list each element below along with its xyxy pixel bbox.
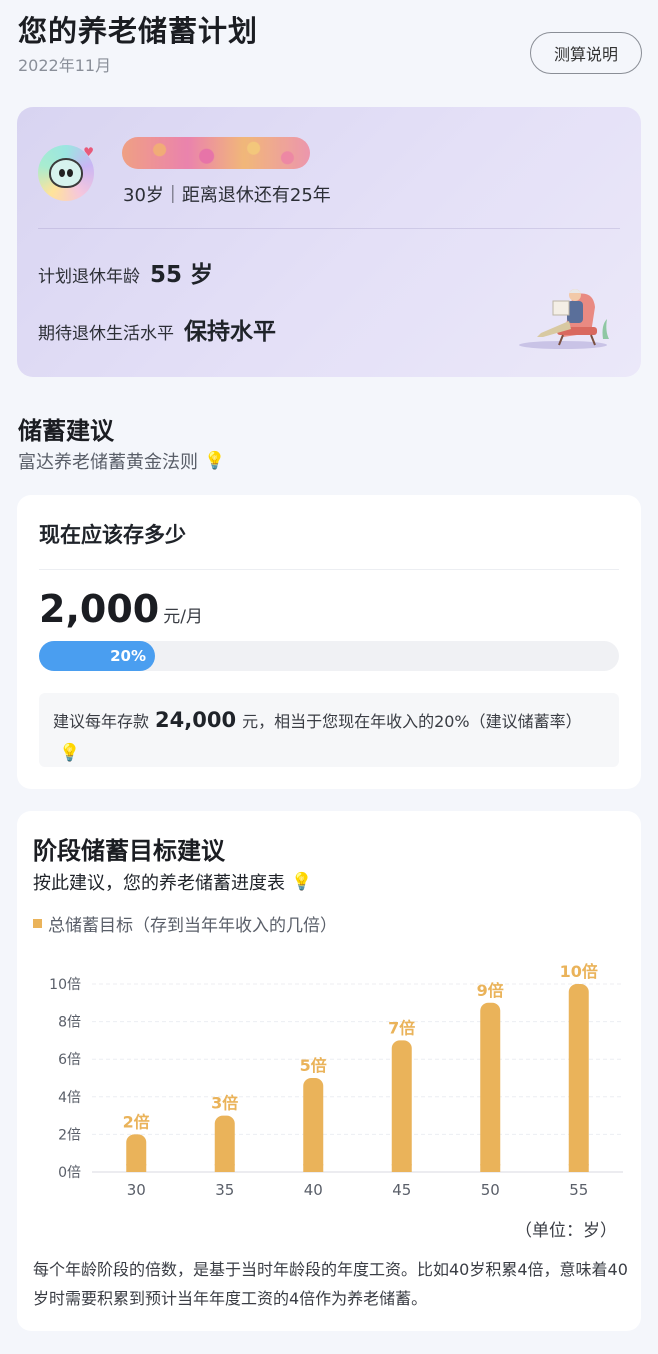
lightbulb-icon[interactable]: 💡 (59, 738, 80, 769)
chart-bar-base (126, 1164, 147, 1172)
legend-label: 总储蓄目标（存到当年年收入的几倍） (48, 916, 337, 936)
x-tick-label: 35 (215, 1181, 234, 1199)
chart-bar-base (303, 1164, 324, 1172)
life-level-label: 期待退休生活水平 (38, 324, 174, 344)
chart-bar-base (214, 1164, 235, 1172)
stage-card-subtitle: 按此建议，您的养老储蓄进度表 💡 (33, 869, 312, 895)
y-tick-label: 2倍 (58, 1127, 81, 1143)
y-tick-label: 8倍 (58, 1015, 81, 1031)
bar-value-label: 9倍 (477, 981, 504, 1000)
chart-bar (391, 1040, 412, 1172)
redacted-user-name (122, 137, 310, 169)
retire-age-label: 计划退休年龄 (38, 267, 140, 287)
card-divider (38, 228, 620, 229)
lightbulb-icon[interactable]: 💡 (291, 872, 312, 892)
chart-footnote: 每个年龄阶段的倍数，是基于当时年龄段的年度工资。比如40岁积累4倍，意味着40岁… (33, 1260, 628, 1308)
calculation-explanation-button[interactable]: 测算说明 (530, 32, 642, 74)
age-and-years-to-retire: 30岁｜距离退休还有25年 (123, 185, 331, 206)
chart-bar-base (480, 1164, 501, 1172)
y-tick-label: 4倍 (58, 1090, 81, 1106)
page-header: 您的养老储蓄计划 2022年11月 测算说明 (18, 8, 642, 78)
chart-legend: 总储蓄目标（存到当年年收入的几倍） (33, 911, 337, 936)
x-tick-label: 40 (304, 1181, 323, 1199)
progress-label: 20% (110, 647, 146, 665)
chart-bar (568, 984, 589, 1172)
stage-card-title: 阶段储蓄目标建议 (33, 837, 225, 865)
stage-subtitle-text: 按此建议，您的养老储蓄进度表 (33, 873, 285, 894)
bar-value-label: 2倍 (123, 1112, 150, 1131)
chart-bar (214, 1115, 235, 1172)
avatar-face-icon (49, 158, 83, 188)
avatar: ♥ (38, 145, 94, 201)
x-tick-label: 45 (392, 1181, 411, 1199)
save-card-title: 现在应该存多少 (39, 523, 186, 547)
bar-value-label: 10倍 (560, 962, 598, 981)
y-tick-label: 0倍 (58, 1165, 81, 1181)
y-tick-label: 10倍 (49, 977, 81, 993)
retiree-reading-illustration (519, 289, 609, 349)
advice-box: 建议每年存款 24,000 元，相当于您现在年收入的20%（建议储蓄率） 💡 (39, 693, 619, 767)
advice-prefix: 建议每年存款 (53, 712, 150, 731)
monthly-amount-unit: 元/月 (163, 607, 203, 627)
savings-advice-title: 储蓄建议 (18, 417, 114, 445)
lightbulb-icon[interactable]: 💡 (204, 451, 225, 471)
chart-bar (303, 1078, 324, 1172)
legend-swatch (33, 919, 42, 928)
chart-bar-base (568, 1164, 589, 1172)
life-level-value: 保持水平 (184, 319, 276, 345)
profile-card: ♥ 30岁｜距离退休还有25年 计划退休年龄 55 岁 期待退休生活水平 保持水… (17, 107, 641, 377)
advice-amount: 24,000 (155, 708, 237, 732)
life-level-row: 期待退休生活水平 保持水平 (38, 312, 276, 346)
advice-suffix: 元，相当于您现在年收入的20%（建议储蓄率） (242, 712, 582, 731)
card-divider (39, 569, 619, 570)
savings-rule-subtitle: 富达养老储蓄黄金法则 💡 (18, 448, 225, 474)
monthly-amount: 2,000 (39, 587, 160, 631)
savings-rate-progress-bar: 20% (39, 641, 619, 671)
savings-multiple-bar-chart: 0倍 2倍 4倍 6倍 8倍 10倍 2倍 30 3倍 35 5倍 40 7倍 45 9倍 50 10倍 55 (49, 962, 623, 1199)
chart-bar-base (391, 1164, 412, 1172)
y-tick-label: 6倍 (58, 1052, 81, 1068)
savings-rule-text: 富达养老储蓄黄金法则 (18, 452, 198, 473)
retire-age-row: 计划退休年龄 55 岁 (38, 255, 213, 289)
bar-value-label: 5倍 (300, 1056, 327, 1075)
savings-rate-progress-fill: 20% (39, 641, 155, 671)
monthly-savings-card: 现在应该存多少 2,000 元/月 20% 建议每年存款 24,000 元，相当于您… (17, 495, 641, 789)
retire-age-value: 55 岁 (150, 262, 214, 288)
bar-value-label: 7倍 (388, 1018, 415, 1037)
x-tick-label: 50 (481, 1181, 500, 1199)
stage-savings-card: 阶段储蓄目标建议 按此建议，您的养老储蓄进度表 💡 总储蓄目标（存到当年年收入的… (17, 811, 641, 1331)
chart-unit-note: （单位：岁） (515, 1221, 617, 1241)
monthly-amount-row: 2,000 元/月 (39, 587, 203, 631)
chart-bar (480, 1002, 501, 1172)
x-tick-label: 30 (127, 1181, 146, 1199)
heart-icon: ♥ (83, 145, 94, 159)
bar-value-label: 3倍 (211, 1094, 238, 1113)
plan-date: 2022年11月 (18, 56, 112, 75)
x-tick-label: 55 (569, 1181, 588, 1199)
